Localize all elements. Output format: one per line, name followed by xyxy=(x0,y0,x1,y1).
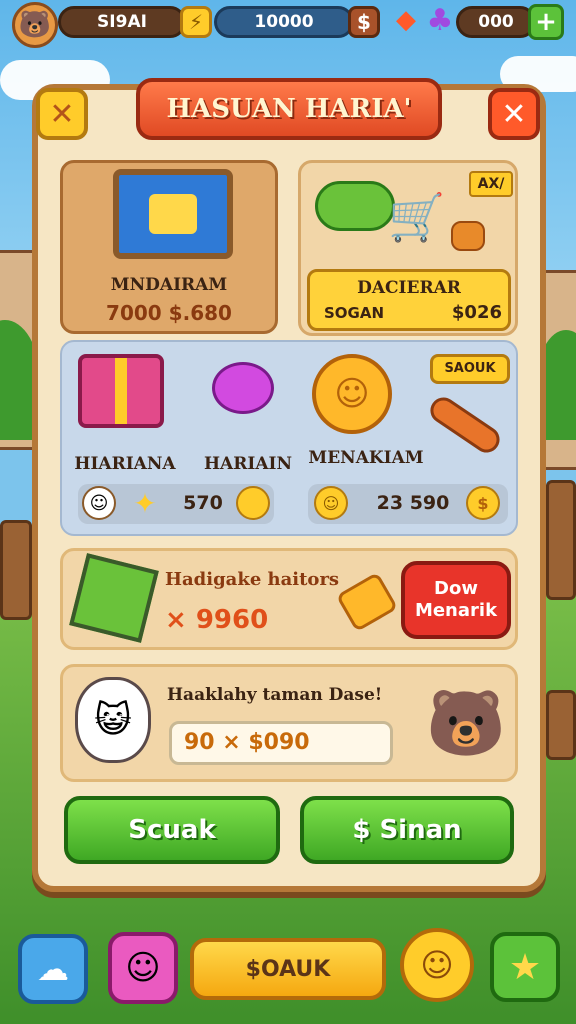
gift-box-icon[interactable] xyxy=(78,354,164,428)
special-offer-card: Hadigake haitors × 9960 Dow Menarik xyxy=(60,548,518,650)
puzzle-board-icon xyxy=(113,169,233,259)
bottom-nav-center-button[interactable]: $OAUK xyxy=(190,938,386,1000)
item-label: HARIAIN xyxy=(203,454,292,474)
item-badge: AX/ xyxy=(469,171,513,197)
crate xyxy=(0,520,32,620)
shop-item-card-puzzle[interactable]: MNDAIRAM 7000 $.680 xyxy=(60,160,278,334)
item-subtitle: SOGAN xyxy=(324,304,385,322)
gems-pill: 000 xyxy=(456,6,536,38)
crate xyxy=(546,480,576,600)
panel-title-text: HASUAN HARIA' xyxy=(166,94,412,124)
item-price: 7000 $.680 xyxy=(106,301,232,325)
offer-value: × 9960 xyxy=(165,605,269,635)
red-gem-icon: ◆ xyxy=(396,5,416,35)
item-info-box: DACIERAR SOGAN $026 xyxy=(307,269,511,331)
item-price: $026 xyxy=(451,302,502,323)
bolt-icon: ⚡ xyxy=(180,6,212,38)
player-avatar-icon[interactable]: 🐻 xyxy=(12,2,58,48)
purple-gem-icon: ♣ xyxy=(426,2,454,38)
item-label: HIARIANA xyxy=(74,454,176,474)
bottom-nav-star-button[interactable]: ★ xyxy=(490,932,560,1002)
bottom-nav-profile-button[interactable]: ☁ xyxy=(18,934,88,1004)
price-value: 23 590 xyxy=(376,492,450,514)
jelly-creature-icon[interactable] xyxy=(212,362,274,414)
shop-items-section: ☺ SAOUK HIARIANA HARIAIN MENAKIAM ☺ ✦ 57… xyxy=(60,340,518,536)
kite-icon xyxy=(69,553,159,643)
bottom-nav-center-label: $OAUK xyxy=(245,956,331,982)
bear-mascot-icon: 🐻 xyxy=(426,686,506,761)
offer-claim-label: Dow Menarik xyxy=(414,578,498,621)
reward-title: Haaklahy taman Dase! xyxy=(167,685,383,705)
item-label: MENAKIAM xyxy=(308,448,424,468)
coins-pill: 10000 xyxy=(214,6,354,38)
left-action-label: Scuak xyxy=(128,815,216,845)
item-name: MNDAIRAM xyxy=(110,275,228,295)
back-button[interactable]: ✕ xyxy=(36,88,88,140)
star-icon: ✦ xyxy=(133,486,157,520)
coin-face-icon: ☺ xyxy=(314,486,348,520)
reward-value-field: 90 × $090 xyxy=(169,721,393,765)
player-name-pill: SI9AI xyxy=(58,6,186,38)
face-icon: ☺ xyxy=(82,486,116,520)
right-action-label: $ Sinan xyxy=(352,815,462,845)
top-bar: 🐻 SI9AI ⚡ 10000 $ ◆ ♣ 000 + xyxy=(0,0,576,48)
shopping-cart-icon: 🛒 xyxy=(388,189,446,244)
bottom-nav-coin-button[interactable]: ☺ xyxy=(400,928,474,1002)
coin-icon: $ xyxy=(466,486,500,520)
price-row-left: ☺ ✦ 570 xyxy=(78,484,274,524)
coin-icon xyxy=(236,486,270,520)
left-action-button[interactable]: Scuak xyxy=(64,796,280,864)
item-name: DACIERAR xyxy=(357,278,461,298)
slide-icon xyxy=(315,181,395,231)
coin-icon[interactable]: $ xyxy=(348,6,380,38)
rolling-pin-icon[interactable] xyxy=(425,392,505,458)
daily-reward-card: 😺 Haaklahy taman Dase! 90 × $090 🐻 xyxy=(60,664,518,782)
speech-bubble: SAOUK xyxy=(430,354,510,384)
bottom-nav-character-button[interactable]: ☺ xyxy=(108,932,178,1004)
coin-roll-icon xyxy=(451,221,485,251)
right-action-button[interactable]: $ Sinan xyxy=(300,796,514,864)
offer-title: Hadigake haitors xyxy=(165,569,340,590)
cat-mascot-icon: 😺 xyxy=(75,677,151,763)
offer-claim-button[interactable]: Dow Menarik xyxy=(401,561,511,639)
gems-value: 000 xyxy=(478,12,514,32)
price-value: 570 xyxy=(183,492,223,514)
add-currency-button[interactable]: + xyxy=(528,4,564,40)
ticket-icon xyxy=(335,571,399,633)
close-button[interactable]: ✕ xyxy=(488,88,540,140)
gold-coin-icon[interactable]: ☺ xyxy=(312,354,392,434)
coins-value: 10000 xyxy=(254,12,314,32)
panel-title: HASUAN HARIA' xyxy=(136,78,442,140)
price-row-right: ☺ 23 590 $ xyxy=(308,484,508,524)
crate xyxy=(546,690,576,760)
shop-item-card-cart[interactable]: AX/ 🛒 DACIERAR SOGAN $026 xyxy=(298,160,518,336)
player-name: SI9AI xyxy=(97,12,147,32)
